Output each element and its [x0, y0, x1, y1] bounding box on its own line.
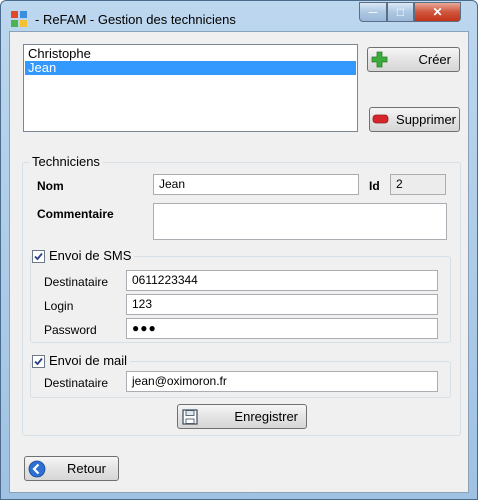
- mail-checkbox[interactable]: [32, 355, 45, 368]
- techniciens-group: Techniciens Nom Jean Id 2 Commentaire En…: [22, 154, 461, 436]
- nom-field[interactable]: Jean: [153, 174, 359, 195]
- login-label: Login: [44, 299, 74, 313]
- app-icon: [11, 11, 27, 27]
- sms-group: Envoi de SMS Destinataire 0611223344 Log…: [30, 248, 451, 343]
- mail-group-title: Envoi de mail: [46, 353, 131, 368]
- commentaire-field[interactable]: [153, 203, 447, 240]
- checkmark-icon: [34, 252, 43, 261]
- technicians-listbox[interactable]: Christophe Jean: [23, 44, 358, 132]
- id-field: 2: [390, 174, 446, 195]
- app-window: - ReFAM - Gestion des techniciens ─ □ ✕ …: [0, 0, 478, 500]
- minus-icon: [372, 114, 389, 124]
- sms-destinataire-label: Destinataire: [44, 275, 109, 289]
- minimize-button[interactable]: ─: [359, 2, 387, 22]
- checkmark-icon: [34, 357, 43, 366]
- title-bar[interactable]: - ReFAM - Gestion des techniciens ─ □ ✕: [1, 1, 477, 35]
- nom-label: Nom: [37, 179, 64, 193]
- save-button-label: Enregistrer: [234, 409, 298, 424]
- create-button[interactable]: Créer: [367, 47, 460, 72]
- plus-icon: [371, 51, 388, 68]
- sms-checkbox[interactable]: [32, 250, 45, 263]
- id-label: Id: [369, 179, 380, 193]
- client-area: Christophe Jean Créer Supprimer Technici…: [9, 31, 469, 493]
- delete-button[interactable]: Supprimer: [369, 107, 460, 132]
- techniciens-group-title: Techniciens: [29, 154, 103, 169]
- back-button[interactable]: Retour: [24, 456, 119, 481]
- commentaire-label: Commentaire: [37, 207, 114, 221]
- login-field[interactable]: 123: [126, 294, 438, 315]
- mail-group: Envoi de mail Destinataire jean@oximoron…: [30, 353, 451, 398]
- back-button-label: Retour: [66, 461, 106, 476]
- list-item-selected[interactable]: Jean: [25, 61, 356, 75]
- mail-destinataire-label: Destinataire: [44, 376, 109, 390]
- delete-button-label: Supprimer: [396, 112, 456, 127]
- close-button[interactable]: ✕: [414, 2, 461, 22]
- create-button-label: Créer: [418, 52, 451, 67]
- arrow-left-circle-icon: [28, 460, 46, 478]
- password-label: Password: [44, 323, 97, 337]
- list-item[interactable]: Christophe: [25, 47, 356, 61]
- sms-group-title: Envoi de SMS: [46, 248, 135, 263]
- window-title: - ReFAM - Gestion des techniciens: [35, 12, 236, 27]
- sms-destinataire-field[interactable]: 0611223344: [126, 270, 438, 291]
- save-button[interactable]: Enregistrer: [177, 404, 307, 429]
- maximize-button[interactable]: □: [387, 2, 414, 22]
- password-field[interactable]: ●●●: [126, 318, 438, 339]
- mail-destinataire-field[interactable]: jean@oximoron.fr: [126, 371, 438, 392]
- floppy-disk-icon: [182, 409, 198, 425]
